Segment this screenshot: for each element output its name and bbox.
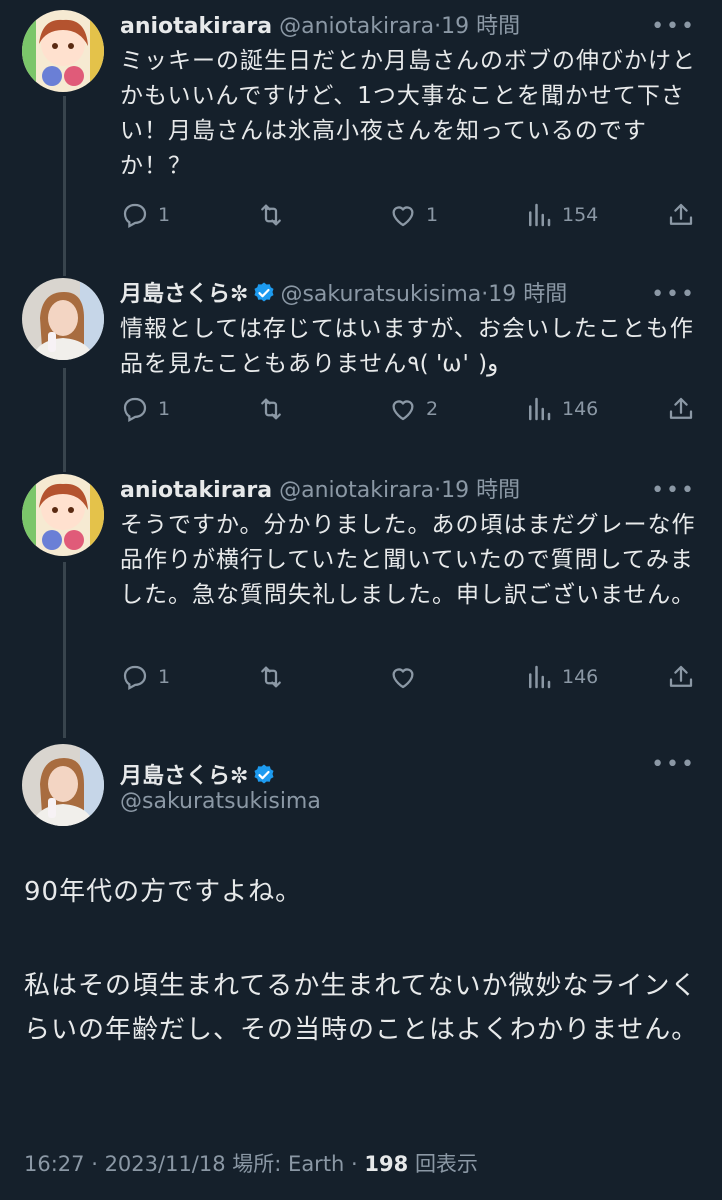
tweet-meta: 16:27 · 2023/11/18 場所: Earth · 198 回表示 [24,1152,478,1176]
avatar-photo[interactable] [22,744,104,826]
display-name-text: 月島さくら✼ [120,764,249,789]
post-date[interactable]: 2023/11/18 [105,1152,226,1176]
views-label: 回表示 [414,1152,478,1176]
post-location: 場所: Earth [232,1152,345,1176]
user-handle[interactable]: @sakuratsukisima [120,789,321,814]
views-count: 198 [364,1152,409,1176]
post-time[interactable]: 16:27 [24,1152,85,1176]
display-name[interactable]: 月島さくら✼ [120,758,280,793]
tweet-text-paragraph: 90年代の方ですよね。 [24,877,303,907]
main-tweet: 月島さくら✼ @sakuratsukisima ••• 90年代の方ですよね。 … [0,0,722,1200]
more-icon[interactable]: ••• [651,752,696,777]
tweet-text-paragraph: 私はその頃生まれてるか生まれてないか微妙なラインくらいの年齢だし、その当時のこと… [24,971,699,1045]
